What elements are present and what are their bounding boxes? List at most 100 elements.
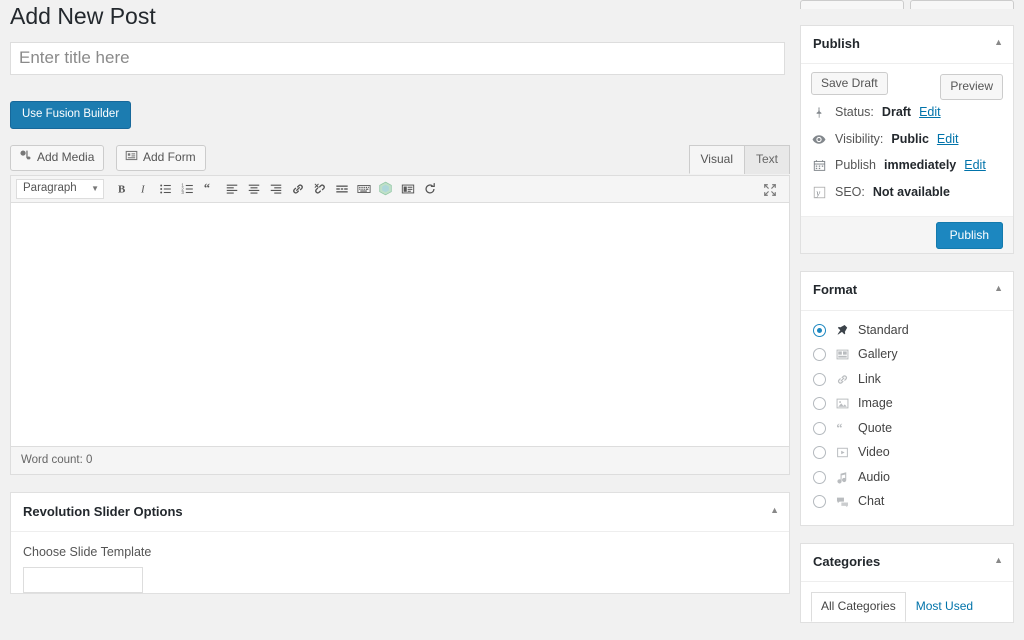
undo-icon[interactable] [419, 179, 440, 198]
tab-visual[interactable]: Visual [688, 144, 745, 175]
chevron-up-icon[interactable]: ▲ [994, 282, 1003, 295]
link-icon [834, 373, 850, 386]
save-draft-button[interactable]: Save Draft [811, 72, 888, 96]
paragraph-format-select[interactable]: Paragraph ▼ [16, 178, 104, 199]
add-media-button[interactable]: Add Media [10, 144, 105, 172]
visibility-value: Public [891, 131, 929, 146]
cut-off-button-left[interactable] [800, 0, 904, 9]
tab-text[interactable]: Text [743, 144, 790, 175]
eye-icon [811, 133, 827, 146]
align-center-icon[interactable] [243, 179, 264, 198]
distraction-free-icon[interactable] [759, 181, 780, 200]
format-radio-video[interactable] [813, 446, 826, 460]
format-label-standard: Standard [858, 322, 909, 337]
bulleted-list-icon[interactable] [155, 179, 176, 198]
format-option-chat[interactable]: Chat [813, 490, 1001, 515]
keyboard-shortcuts-icon[interactable] [353, 179, 374, 198]
pin-icon [834, 324, 850, 337]
seo-row: y SEO: Not available [811, 180, 1003, 207]
publish-date-edit-link[interactable]: Edit [964, 157, 986, 175]
publish-date-value: immediately [884, 158, 957, 173]
publish-box-header[interactable]: Publish ▲ [801, 26, 1013, 65]
seo-value: Not available [872, 184, 950, 199]
format-option-standard[interactable]: Standard [813, 319, 1001, 344]
editor-toolbar: Paragraph ▼ B I 1 2 3 “ [11, 175, 789, 203]
format-option-image[interactable]: Image [813, 392, 1001, 417]
cut-off-button-right[interactable] [910, 0, 1014, 9]
preview-button[interactable]: Preview [940, 74, 1003, 100]
format-radio-image[interactable] [813, 397, 826, 411]
format-option-link[interactable]: Link [813, 368, 1001, 393]
choose-slide-template-label: Choose Slide Template [23, 544, 152, 559]
format-box-title: Format [813, 282, 858, 298]
align-right-icon[interactable] [265, 179, 286, 198]
quote-icon: “ [834, 422, 850, 435]
svg-text:B: B [117, 183, 124, 195]
status-row: Status: Draft Edit [811, 100, 1003, 127]
svg-text:y: y [815, 188, 820, 198]
chevron-down-icon: ▼ [91, 183, 99, 193]
read-more-icon[interactable] [331, 179, 352, 198]
publish-date-label: Publish [835, 158, 876, 173]
insert-link-icon[interactable] [287, 179, 308, 198]
svg-text:“: “ [203, 182, 209, 195]
status-value: Draft [881, 105, 912, 120]
revolution-slider-title: Revolution Slider Options [23, 503, 183, 519]
revolution-slider-options-box: Revolution Slider Options ▲ Choose Slide… [10, 491, 790, 595]
editor-content-area[interactable] [11, 202, 789, 446]
image-icon [834, 397, 850, 410]
publish-button[interactable]: Publish [935, 222, 1003, 250]
chevron-up-icon[interactable]: ▲ [770, 504, 779, 517]
categories-box: Categories ▲ All Categories Most Used [800, 542, 1014, 623]
tab-all-categories[interactable]: All Categories [811, 591, 906, 622]
format-option-video[interactable]: Video [813, 441, 1001, 466]
align-left-icon[interactable] [221, 179, 242, 198]
revolution-slider-header[interactable]: Revolution Slider Options ▲ [11, 493, 789, 532]
sidebar-column: Publish ▲ Save Draft Preview Status: Dra… [800, 0, 1014, 640]
format-option-gallery[interactable]: Gallery [813, 343, 1001, 368]
format-radio-standard[interactable] [813, 323, 826, 337]
bold-icon[interactable]: B [111, 179, 132, 198]
format-radio-gallery[interactable] [813, 348, 826, 362]
post-title-input[interactable] [10, 41, 785, 75]
fusion-shortcodes-icon[interactable] [375, 179, 396, 198]
format-radio-chat[interactable] [813, 495, 826, 509]
editor-mode-tabs: Visual Text [688, 144, 790, 175]
editor-container: Paragraph ▼ B I 1 2 3 “ Word count: 0 [10, 174, 790, 475]
choose-slide-template-select[interactable] [23, 567, 143, 594]
publish-box: Publish ▲ Save Draft Preview Status: Dra… [800, 25, 1014, 255]
remove-link-icon[interactable] [309, 179, 330, 198]
format-option-audio[interactable]: Audio [813, 466, 1001, 491]
format-box-header[interactable]: Format ▲ [801, 272, 1013, 311]
status-edit-link[interactable]: Edit [919, 104, 941, 122]
toolbar-toggle-icon[interactable] [397, 179, 418, 198]
numbered-list-icon[interactable]: 1 2 3 [177, 179, 198, 198]
publish-box-title: Publish [813, 36, 860, 51]
use-fusion-builder-button[interactable]: Use Fusion Builder [10, 100, 132, 129]
chevron-up-icon[interactable]: ▲ [994, 554, 1003, 567]
format-radio-link[interactable] [813, 372, 826, 386]
tab-most-used[interactable]: Most Used [906, 592, 983, 622]
italic-icon[interactable]: I [133, 179, 154, 198]
format-option-quote[interactable]: “ Quote [813, 417, 1001, 442]
format-radio-audio[interactable] [813, 470, 826, 484]
cut-off-buttons-row [800, 0, 1014, 9]
pin-icon [811, 106, 827, 119]
format-box: Format ▲ Standard Gallery Link Image “ Q… [800, 271, 1014, 526]
categories-tabs: All Categories Most Used [801, 582, 1013, 622]
publish-status-rows: Status: Draft Edit Visibility: Public Ed… [801, 100, 1013, 216]
categories-box-header[interactable]: Categories ▲ [801, 544, 1013, 582]
visibility-edit-link[interactable]: Edit [937, 131, 959, 149]
blockquote-icon[interactable]: “ [199, 179, 220, 198]
status-label: Status: [835, 105, 874, 120]
svg-text:I: I [139, 183, 145, 195]
editor-buttons-row: Add Media Add Form Visual Text [10, 144, 790, 175]
add-form-label: Add Form [143, 150, 196, 165]
format-radio-quote[interactable] [813, 421, 826, 435]
chevron-up-icon[interactable]: ▲ [994, 36, 1003, 49]
add-form-button[interactable]: Add Form [116, 144, 206, 172]
revolution-slider-body: Choose Slide Template [11, 532, 789, 594]
gallery-icon [834, 348, 850, 361]
format-label-video: Video [858, 445, 890, 460]
publish-actions-row: Save Draft Preview [801, 64, 1013, 100]
